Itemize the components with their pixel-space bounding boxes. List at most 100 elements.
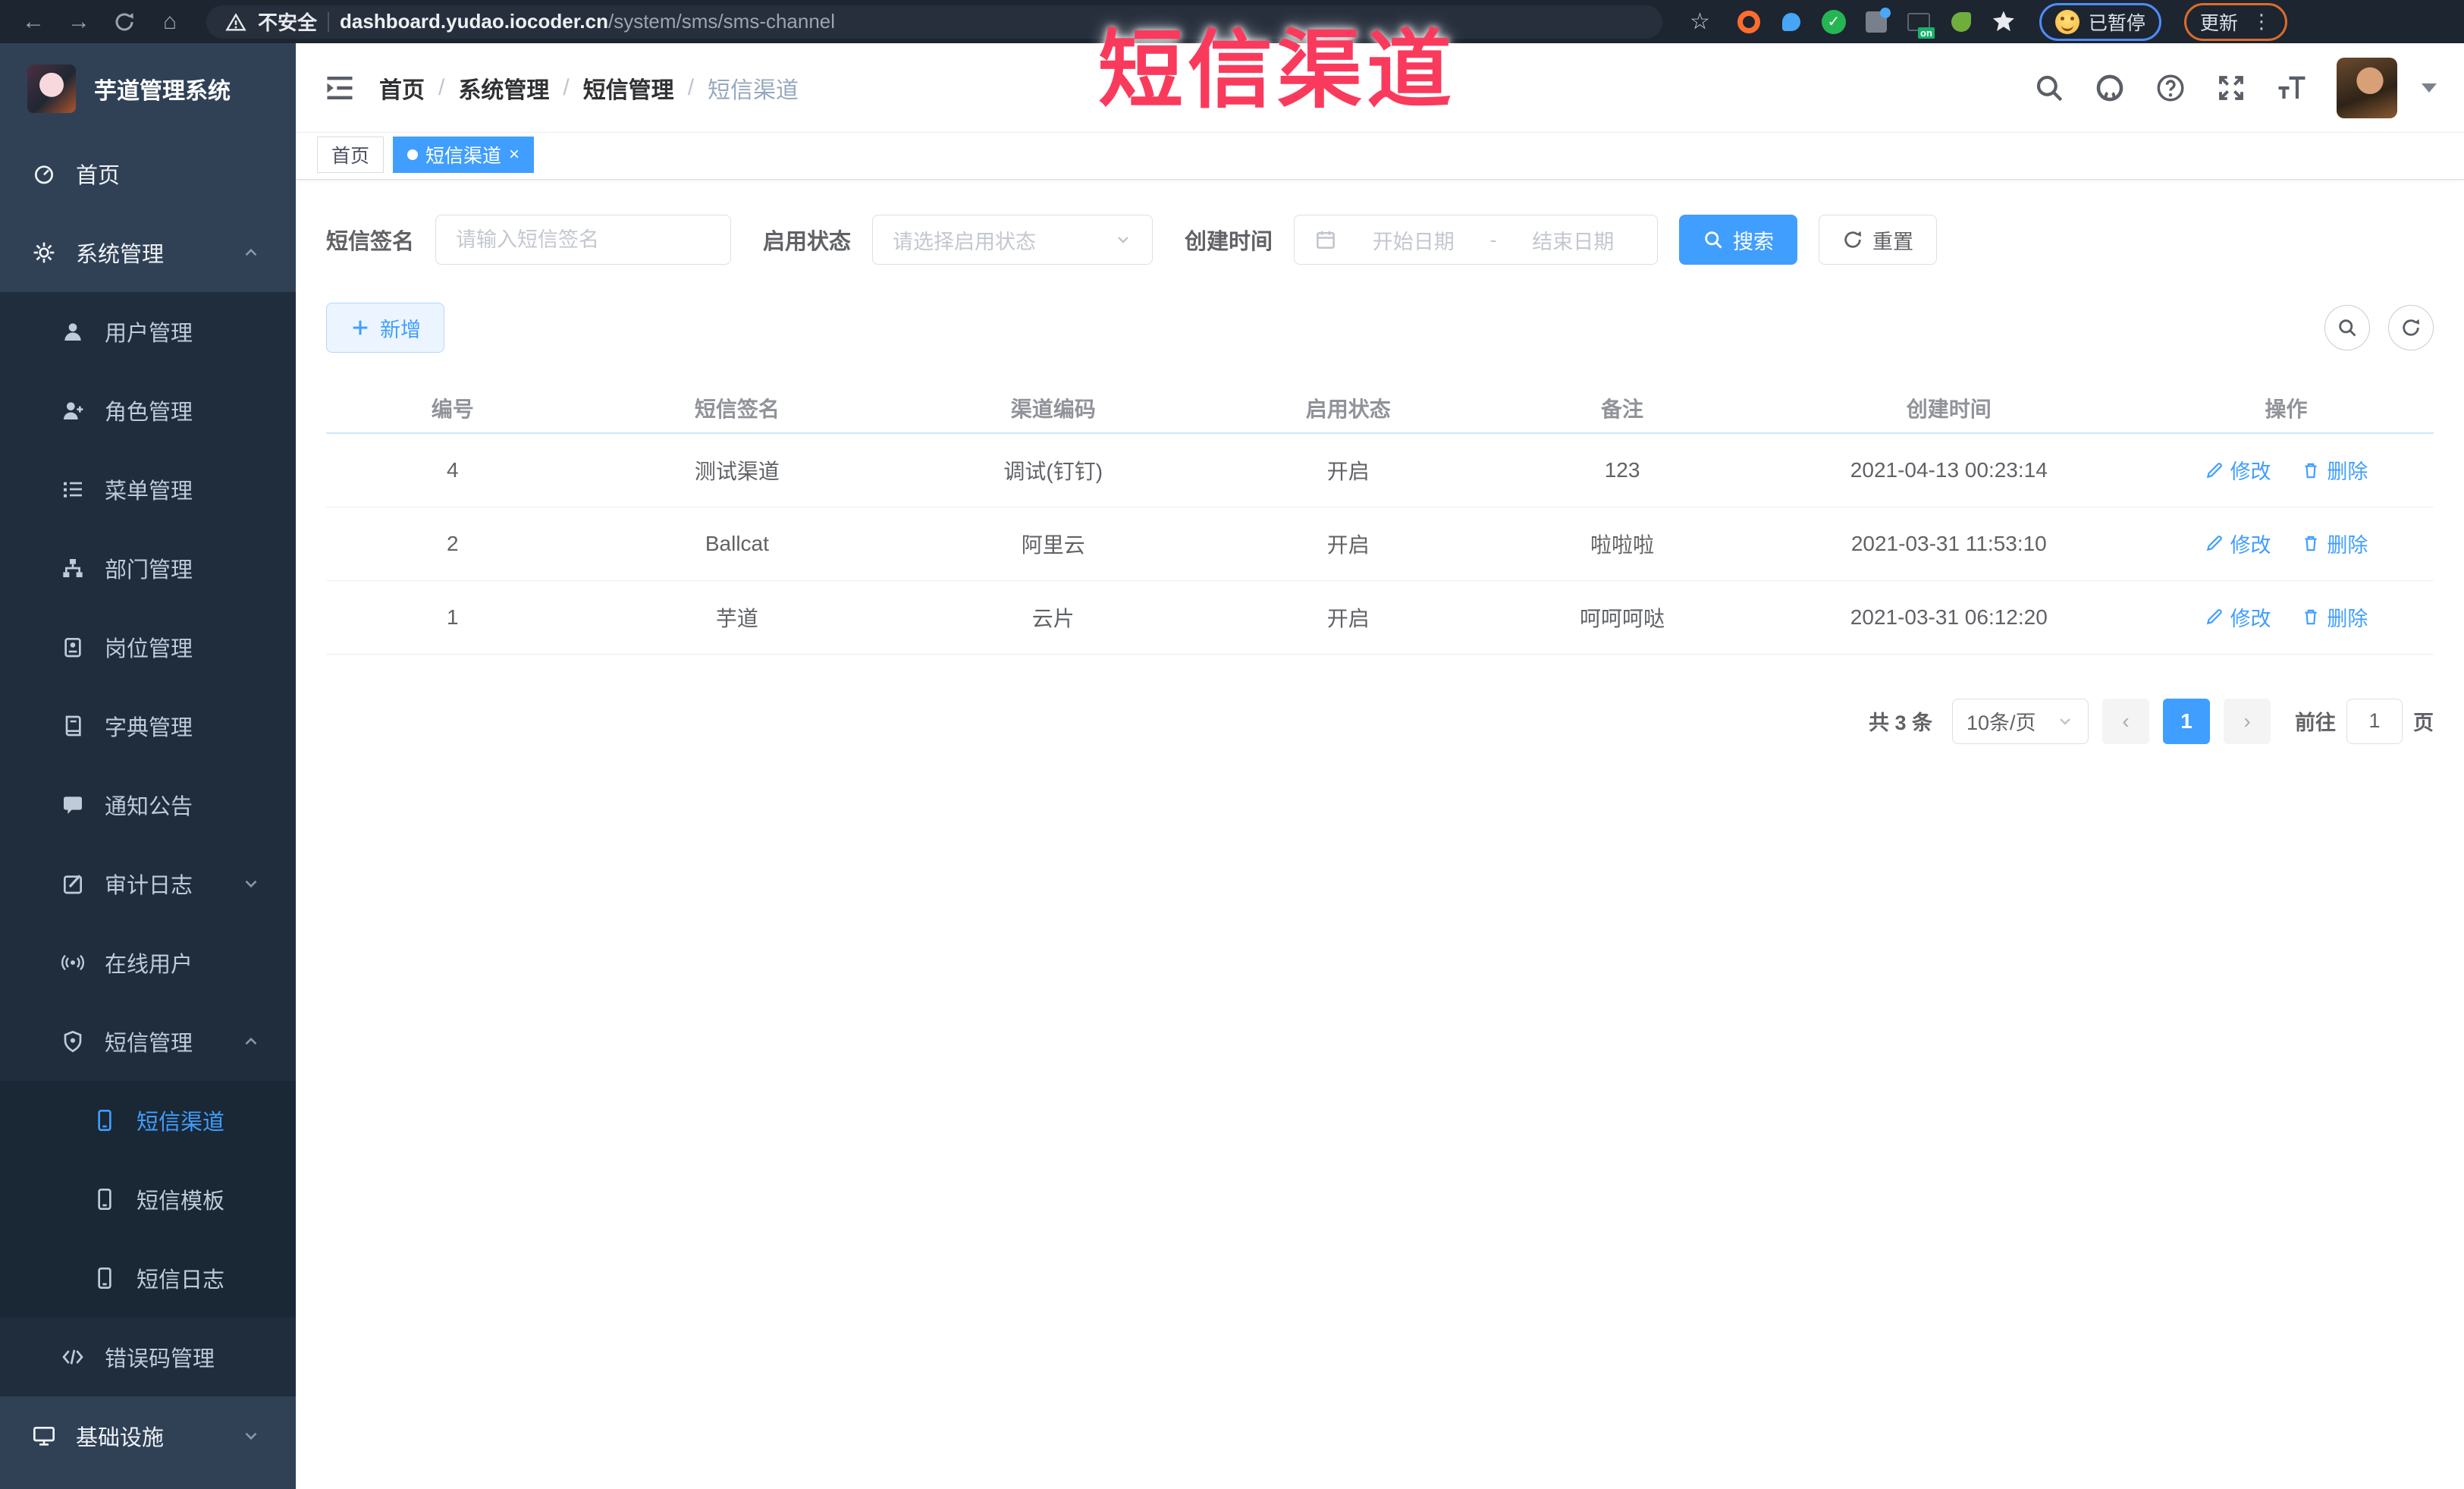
sidebar-logo[interactable]: 芋道管理系统 [0,43,296,134]
add-button[interactable]: 新增 [326,303,444,353]
sidebar-item-user-management[interactable]: 用户管理 [0,292,296,371]
code-icon [61,1345,85,1369]
url-text[interactable]: dashboard.yudao.iocoder.cn/system/sms/sm… [340,10,835,33]
browser-forward-icon[interactable]: → [59,5,99,39]
tab-close-icon[interactable]: × [509,144,519,165]
status-select[interactable]: 请选择启用状态 [872,215,1154,265]
page-size-select[interactable]: 10条/页 [1952,698,2089,744]
paused-extension-badge[interactable]: 已暂停 [2039,2,2161,41]
bookmark-star-icon[interactable]: ☆ [1690,8,1710,35]
cell-code: 调试(钉钉) [895,433,1212,507]
sidebar-item-notice[interactable]: 通知公告 [0,765,296,844]
cell-status: 开启 [1211,507,1486,581]
edit-button[interactable]: 修改 [2205,455,2271,485]
goto-page-input[interactable] [2346,698,2403,744]
prev-page-button[interactable]: ‹ [2102,698,2149,744]
sidebar-item-sms-channel[interactable]: 短信渠道 [0,1081,296,1160]
url-host: dashboard.yudao.iocoder.cn [340,10,608,33]
sidebar-item-role-management[interactable]: 角色管理 [0,371,296,450]
chevron-up-icon [241,243,261,262]
start-date-placeholder[interactable]: 开始日期 [1349,225,1478,255]
extension-blue-drop-icon[interactable] [1778,9,1804,35]
active-tab-dot [407,149,419,160]
sidebar-item-infrastructure[interactable]: 基础设施 [0,1396,296,1475]
search-button[interactable]: 搜索 [1679,215,1798,265]
extension-puzzle-icon[interactable] [1991,9,2017,35]
cell-actions: 修改 删除 [2138,433,2434,507]
sign-label: 短信签名 [326,230,415,254]
delete-button[interactable]: 删除 [2301,602,2368,632]
dict-book-icon [61,714,85,738]
extension-on-badge-icon[interactable]: on [1906,9,1935,39]
user-avatar[interactable] [2337,57,2397,118]
edit-button[interactable]: 修改 [2205,529,2271,558]
sidebar-item-system-management[interactable]: 系统管理 [0,213,296,292]
not-secure-warning-icon[interactable] [224,12,247,32]
browser-update-button[interactable]: 更新 ⋮ [2183,2,2287,41]
cell-actions: 修改 删除 [2138,507,2434,581]
end-date-placeholder[interactable]: 结束日期 [1509,225,1638,255]
browser-reload-icon[interactable] [105,5,144,39]
sidebar-item-home[interactable]: 首页 [0,134,296,213]
extension-sprout-icon[interactable] [1948,9,1974,35]
breadcrumb-home[interactable]: 首页 [379,71,425,105]
sidebar-item-label: 短信模板 [137,1189,225,1214]
not-secure-label[interactable]: 不安全 [258,8,317,36]
sidebar-item-label: 系统管理 [76,243,165,267]
browser-back-icon[interactable]: ← [14,5,53,39]
online-user-icon [61,950,85,975]
tab-label: 短信渠道 [425,146,502,167]
sidebar-item-sms-template[interactable]: 短信模板 [0,1160,296,1239]
browser-home-icon[interactable]: ⌂ [150,5,190,39]
fullscreen-icon[interactable] [2215,72,2247,104]
page-number-button[interactable]: 1 [2163,698,2210,744]
tab-sms-channel[interactable]: 短信渠道 × [393,137,535,173]
next-page-button[interactable]: › [2224,698,2271,744]
user-icon [61,319,85,344]
sidebar-item-menu-management[interactable]: 菜单管理 [0,450,296,529]
sidebar-item-post-management[interactable]: 岗位管理 [0,608,296,686]
tab-home[interactable]: 首页 [317,137,385,173]
update-label: 更新 [2199,12,2238,34]
sidebar-item-dict-management[interactable]: 字典管理 [0,686,296,765]
extension-green-check-icon[interactable]: ✓ [1821,9,1847,35]
refresh-table-button[interactable] [2388,305,2434,350]
breadcrumb-sms[interactable]: 短信管理 [583,71,674,105]
header-search-icon[interactable] [2033,72,2065,104]
edit-button[interactable]: 修改 [2205,602,2271,632]
date-range-separator: - [1489,228,1497,251]
page-content: 短信签名 启用状态 请选择启用状态 创建时间 开始日期 - 结束日期 [296,180,2464,1489]
sidebar-item-label: 短信日志 [137,1268,225,1293]
org-tree-icon [61,556,85,580]
breadcrumb-system[interactable]: 系统管理 [458,71,549,105]
github-icon[interactable] [2094,72,2126,104]
extension-grid-icon[interactable] [1863,7,1891,35]
sidebar-item-dept-management[interactable]: 部门管理 [0,529,296,608]
sidebar-item-label: 用户管理 [105,322,193,346]
select-caret-icon [1114,231,1132,249]
application-window: ← → ⌂ 不安全 dashboard.yudao.iocoder.cn/sys… [0,0,2464,1489]
sidebar-item-sms-management[interactable]: 短信管理 [0,1002,296,1081]
sidebar-item-error-code[interactable]: 错误码管理 [0,1318,296,1396]
sidebar-item-label: 错误码管理 [105,1347,215,1371]
sidebar-item-label: 审计日志 [105,874,193,898]
sidebar-item-sms-log[interactable]: 短信日志 [0,1239,296,1318]
edit-icon [2205,460,2224,480]
sidebar-item-label: 角色管理 [105,401,193,425]
extension-orange-ring-icon[interactable] [1736,9,1762,35]
delete-button[interactable]: 删除 [2301,529,2368,558]
reset-button[interactable]: 重置 [1819,215,1938,265]
date-range-picker[interactable]: 开始日期 - 结束日期 [1294,215,1659,265]
sidebar-item-online-users[interactable]: 在线用户 [0,923,296,1002]
hamburger-icon[interactable] [323,71,356,105]
sign-input[interactable] [456,228,711,252]
avatar-caret-down-icon[interactable] [2422,83,2437,93]
toggle-search-button[interactable] [2324,305,2370,350]
sidebar-item-audit-log[interactable]: 审计日志 [0,844,296,923]
tags-view-bar: 首页 短信渠道 × [296,133,2464,180]
delete-button[interactable]: 删除 [2301,455,2368,485]
font-size-icon[interactable] [2276,72,2308,104]
col-id: 编号 [326,383,579,434]
browser-menu-kebab-icon[interactable]: ⋮ [2252,10,2271,33]
help-question-icon[interactable] [2155,72,2186,104]
